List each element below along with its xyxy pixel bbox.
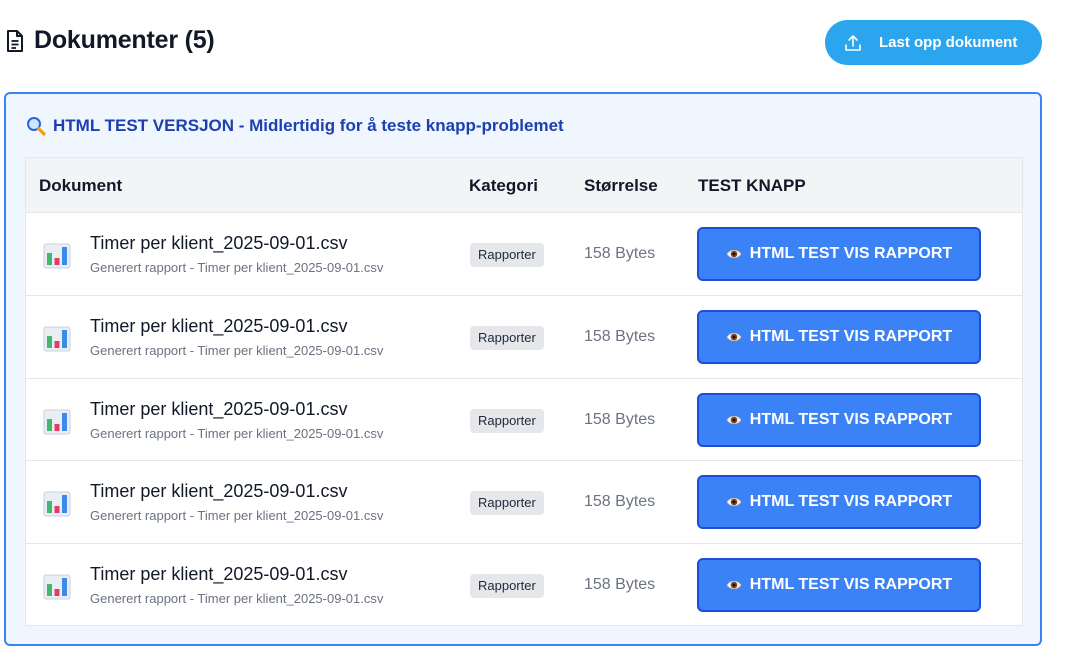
test-button-label: HTML TEST VIS RAPPORT: [749, 576, 953, 594]
bar-chart-icon: [43, 491, 71, 517]
category-badge: Rapporter: [470, 325, 544, 350]
bar-chart-icon: [43, 409, 71, 435]
file-size: 158 Bytes: [584, 493, 656, 511]
table-row: Timer per klient_2025-09-01.csv Generert…: [26, 544, 1022, 627]
test-panel: HTML TEST VERSJON - Midlertidig for å te…: [4, 92, 1042, 646]
test-button-label: HTML TEST VIS RAPPORT: [749, 410, 953, 428]
category-badge: Rapporter: [470, 243, 544, 267]
table-row: Timer per klient_2025-09-01.csv Generert…: [26, 461, 1022, 545]
upload-document-button[interactable]: Last opp dokument: [825, 20, 1042, 65]
category-badge: Rapporter: [470, 574, 544, 599]
file-size: 158 Bytes: [584, 576, 656, 594]
table-row: Timer per klient_2025-09-01.csv Generert…: [26, 379, 1022, 462]
magnifier-icon: [27, 117, 46, 136]
table-body: Timer per klient_2025-09-01.csv Generert…: [26, 213, 1022, 627]
file-name[interactable]: Timer per klient_2025-09-01.csv: [90, 481, 347, 502]
upload-button-label: Last opp dokument: [879, 34, 1018, 51]
eye-icon: [726, 498, 742, 507]
table-header: Dokument Kategori Størrelse TEST KNAPP: [26, 158, 1022, 213]
table-row: Timer per klient_2025-09-01.csv Generert…: [26, 296, 1022, 379]
file-description: Generert rapport - Timer per klient_2025…: [90, 342, 384, 358]
bar-chart-icon: [43, 326, 71, 352]
file-description: Generert rapport - Timer per klient_2025…: [90, 591, 384, 607]
file-size: 158 Bytes: [584, 410, 656, 428]
documents-table: Dokument Kategori Størrelse TEST KNAPP T…: [25, 157, 1023, 626]
upload-icon: [845, 34, 861, 51]
html-test-view-report-button[interactable]: HTML TEST VIS RAPPORT: [697, 309, 981, 364]
html-test-view-report-button[interactable]: HTML TEST VIS RAPPORT: [697, 227, 981, 281]
column-header-category: Kategori: [469, 176, 538, 195]
file-name[interactable]: Timer per klient_2025-09-01.csv: [90, 564, 347, 585]
category-badge: Rapporter: [470, 491, 544, 516]
file-name[interactable]: Timer per klient_2025-09-01.csv: [90, 233, 347, 254]
eye-icon: [726, 415, 742, 424]
test-button-label: HTML TEST VIS RAPPORT: [749, 327, 953, 345]
column-header-test-button: TEST KNAPP: [698, 176, 806, 195]
bar-chart-icon: [43, 243, 71, 269]
eye-icon: [726, 249, 742, 259]
file-description: Generert rapport - Timer per klient_2025…: [90, 260, 384, 275]
column-header-size: Størrelse: [584, 176, 658, 195]
file-size: 158 Bytes: [584, 327, 656, 345]
file-description: Generert rapport - Timer per klient_2025…: [90, 508, 384, 524]
file-name[interactable]: Timer per klient_2025-09-01.csv: [90, 316, 347, 337]
panel-heading-text: HTML TEST VERSJON - Midlertidig for å te…: [53, 116, 564, 135]
file-description: Generert rapport - Timer per klient_2025…: [90, 425, 384, 441]
html-test-view-report-button[interactable]: HTML TEST VIS RAPPORT: [697, 475, 981, 530]
html-test-view-report-button[interactable]: HTML TEST VIS RAPPORT: [697, 392, 981, 447]
table-row: Timer per klient_2025-09-01.csv Generert…: [26, 213, 1022, 296]
panel-heading: HTML TEST VERSJON - Midlertidig for å te…: [26, 116, 564, 136]
column-header-document: Dokument: [39, 176, 123, 195]
bar-chart-icon: [43, 574, 71, 600]
document-icon: [7, 29, 23, 52]
category-badge: Rapporter: [470, 408, 544, 433]
eye-icon: [726, 332, 742, 341]
eye-icon: [726, 581, 742, 590]
test-button-label: HTML TEST VIS RAPPORT: [749, 493, 953, 511]
file-size: 158 Bytes: [584, 245, 656, 262]
html-test-view-report-button[interactable]: HTML TEST VIS RAPPORT: [697, 558, 981, 613]
title-wrap: Dokumenter (5): [6, 26, 215, 55]
file-name[interactable]: Timer per klient_2025-09-01.csv: [90, 399, 347, 420]
page-header: Dokumenter (5) Last opp dokument: [0, 18, 1076, 68]
page-title: Dokumenter (5): [34, 26, 215, 54]
test-button-label: HTML TEST VIS RAPPORT: [749, 245, 953, 262]
